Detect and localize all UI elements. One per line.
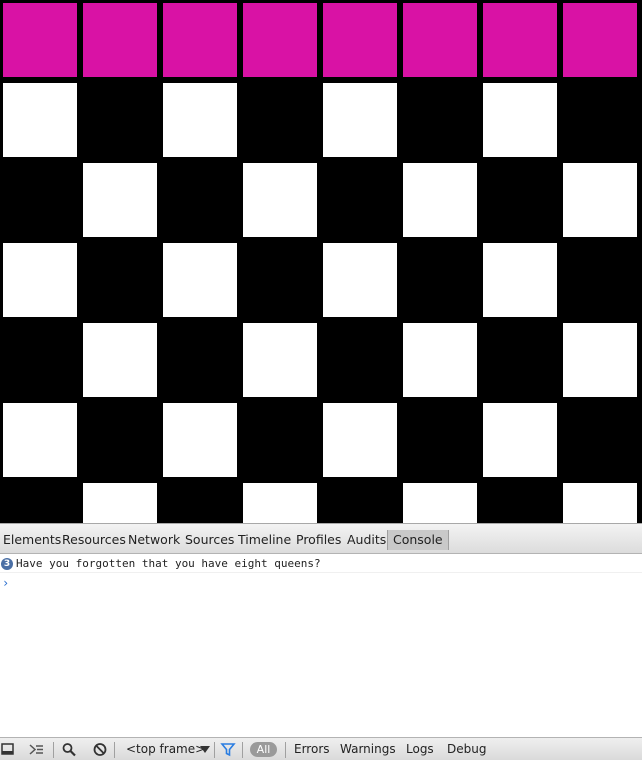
board-square[interactable]: [323, 243, 397, 317]
board-square[interactable]: [403, 483, 477, 523]
board-square[interactable]: [163, 83, 237, 157]
queen-square[interactable]: [563, 3, 637, 77]
board-square[interactable]: [563, 323, 637, 397]
filter-all-button[interactable]: All: [250, 742, 277, 757]
filter-icon[interactable]: [220, 742, 236, 757]
devtools-tab-bar: Elements Resources Network Sources Timel…: [0, 523, 642, 554]
board-square[interactable]: [403, 163, 477, 237]
tab-audits[interactable]: Audits: [347, 530, 386, 550]
tab-profiles[interactable]: Profiles: [296, 530, 341, 550]
tab-network[interactable]: Network: [128, 530, 180, 550]
board-square[interactable]: [3, 403, 77, 477]
board-square[interactable]: [3, 243, 77, 317]
queen-square[interactable]: [163, 3, 237, 77]
console-message-text: Have you forgotten that you have eight q…: [16, 557, 321, 570]
queen-square[interactable]: [323, 3, 397, 77]
tab-elements[interactable]: Elements: [3, 530, 61, 550]
board-square[interactable]: [243, 483, 317, 523]
clear-console-icon[interactable]: [92, 742, 108, 757]
tab-resources[interactable]: Resources: [62, 530, 126, 550]
board-square[interactable]: [83, 483, 157, 523]
show-drawer-icon[interactable]: [28, 742, 44, 757]
chessboard: [0, 0, 642, 523]
board-square[interactable]: [243, 163, 317, 237]
board-square[interactable]: [483, 403, 557, 477]
devtools-panel: Elements Resources Network Sources Timel…: [0, 523, 642, 760]
tab-sources[interactable]: Sources: [185, 530, 234, 550]
filter-debug[interactable]: Debug: [447, 738, 486, 760]
board-square[interactable]: [243, 323, 317, 397]
board-square[interactable]: [403, 323, 477, 397]
board-square[interactable]: [563, 163, 637, 237]
console-message: 3 Have you forgotten that you have eight…: [0, 554, 642, 573]
queen-square[interactable]: [483, 3, 557, 77]
board-square[interactable]: [323, 403, 397, 477]
filter-warnings[interactable]: Warnings: [340, 738, 396, 760]
board-square[interactable]: [3, 83, 77, 157]
queen-square[interactable]: [243, 3, 317, 77]
divider: [114, 742, 115, 758]
board-square[interactable]: [163, 243, 237, 317]
board-square[interactable]: [163, 403, 237, 477]
queen-square[interactable]: [83, 3, 157, 77]
dock-icon[interactable]: [1, 742, 17, 757]
console-status-bar: <top frame> All Errors Warnings Logs Deb…: [0, 737, 642, 760]
divider: [214, 742, 215, 758]
board-square[interactable]: [483, 83, 557, 157]
console-prompt-icon[interactable]: ›: [2, 576, 9, 590]
divider: [53, 742, 54, 758]
search-icon[interactable]: [61, 742, 77, 757]
queen-square[interactable]: [3, 3, 77, 77]
filter-logs[interactable]: Logs: [406, 738, 434, 760]
frame-selector[interactable]: <top frame>: [126, 738, 205, 760]
board-square[interactable]: [83, 163, 157, 237]
repeat-count-badge: 3: [1, 558, 13, 570]
tab-timeline[interactable]: Timeline: [238, 530, 291, 550]
console-output[interactable]: 3 Have you forgotten that you have eight…: [0, 554, 642, 737]
board-square[interactable]: [483, 243, 557, 317]
board-square[interactable]: [323, 83, 397, 157]
chevron-down-icon[interactable]: [197, 742, 213, 757]
board-square[interactable]: [563, 483, 637, 523]
divider: [285, 742, 286, 758]
board-square[interactable]: [83, 323, 157, 397]
filter-errors[interactable]: Errors: [294, 738, 330, 760]
divider: [242, 742, 243, 758]
tab-console[interactable]: Console: [387, 530, 449, 550]
queen-square[interactable]: [403, 3, 477, 77]
